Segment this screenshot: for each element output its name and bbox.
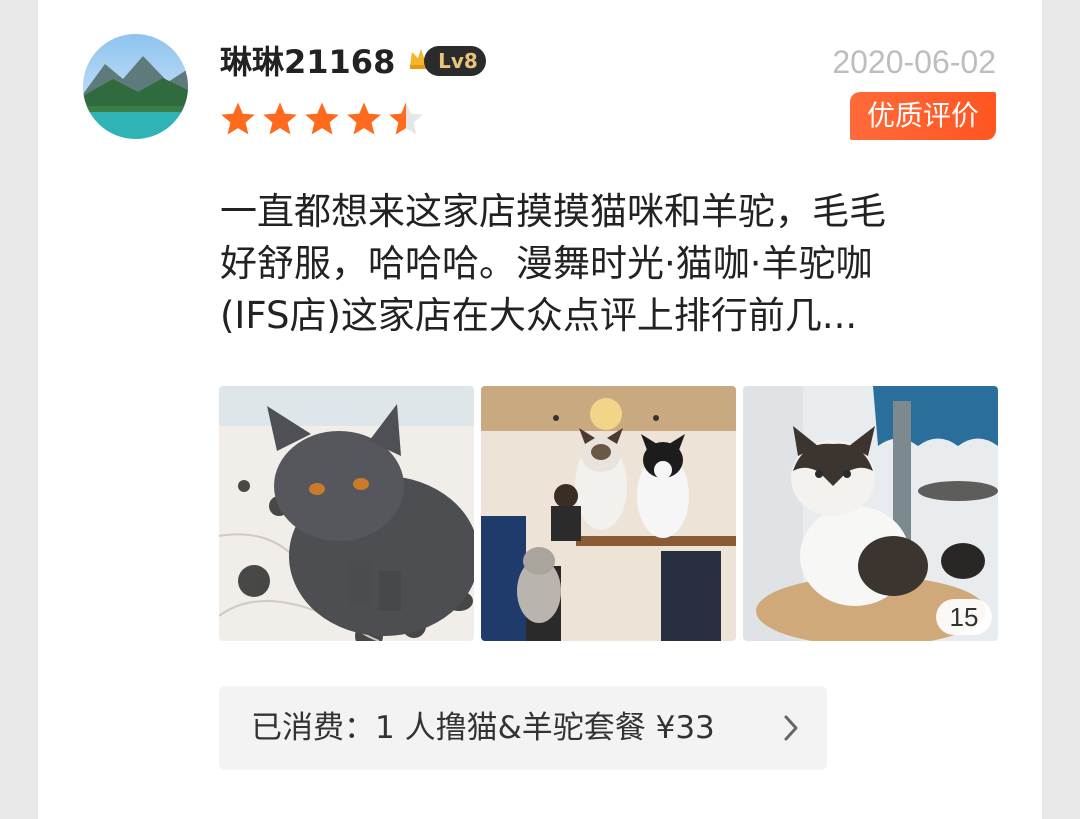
star-icon [347,102,381,135]
avatar[interactable] [83,34,188,139]
username[interactable]: 琳琳21168 [220,40,395,84]
photo-thumbnail[interactable] [481,386,736,641]
review-text[interactable]: 一直都想来这家店摸摸猫咪和羊驼，毛毛 好舒服，哈哈哈。漫舞时光·猫咖·羊驼咖 (… [220,186,1000,342]
photo-count-badge: 15 [936,599,992,635]
consumption-info-button[interactable]: 已消费：1 人撸猫&羊驼套餐 ¥33 [219,686,827,770]
star-icon [221,102,255,135]
star-rating [219,100,425,140]
photo-thumbnail[interactable]: 15 [743,386,998,641]
consumption-text: 已消费：1 人撸猫&羊驼套餐 ¥33 [251,710,715,746]
quality-review-badge: 优质评价 [850,92,996,140]
star-icon [263,102,297,135]
star-half-icon [389,102,423,135]
review-text-line: (IFS店)这家店在大众点评上排行前几... [220,294,858,337]
chevron-right-icon [784,715,798,741]
star-icon [305,102,339,135]
level-label: Lv8 [424,46,486,76]
photo-grid: 15 [219,386,998,641]
photo-thumbnail[interactable] [219,386,474,641]
review-date: 2020-06-02 [832,44,996,80]
review-text-line: 好舒服，哈哈哈。漫舞时光·猫咖·羊驼咖 [220,242,873,285]
review-text-line: 一直都想来这家店摸摸猫咪和羊驼，毛毛 [220,190,886,233]
level-badge: Lv8 [408,44,486,76]
